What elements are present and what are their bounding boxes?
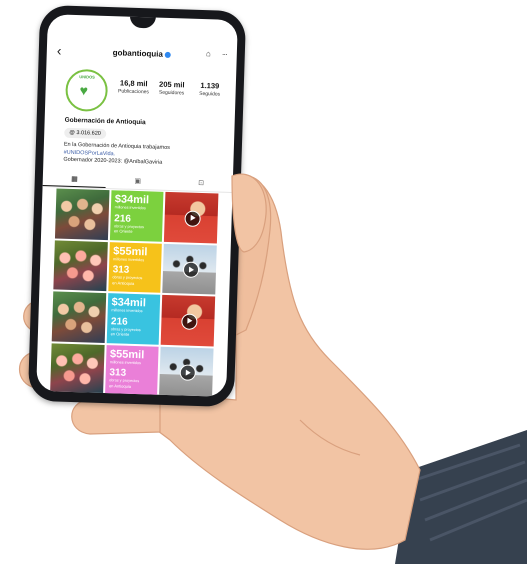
avatar[interactable]: UNIDOS ♥ (64, 68, 109, 113)
post-place: en Antioquia (108, 382, 132, 389)
sleeve-texture (414, 443, 527, 542)
post-video[interactable] (162, 243, 217, 295)
play-icon[interactable] (180, 313, 198, 330)
threads-badge[interactable]: @ 3.016.620 (64, 127, 106, 139)
posts-grid: $34mil millones invertidos 216 obras y p… (50, 188, 219, 397)
more-options-icon[interactable]: ··· (222, 50, 227, 59)
post-amount-sub: millones invertidos (111, 308, 143, 314)
tab-reels[interactable]: ▣ (106, 174, 170, 190)
threads-count: 3.016.620 (76, 130, 101, 137)
notification-bell-icon[interactable]: ⌂ (206, 49, 211, 58)
stat-following[interactable]: 1.139 Seguidos (192, 81, 228, 98)
play-icon[interactable] (184, 210, 201, 227)
post-amount-sub: millones invertidos (114, 205, 146, 211)
post-place: en Oriente (113, 228, 133, 234)
tagged-icon: ⊡ (198, 179, 205, 188)
post-place: en Antioquia (112, 279, 135, 286)
post-count: 216 (110, 315, 128, 328)
tab-grid[interactable]: ▦ (42, 172, 107, 189)
post-video[interactable] (159, 346, 214, 397)
play-icon[interactable] (179, 364, 196, 382)
post-photo[interactable] (51, 291, 106, 343)
phone: ‹ gobantioquia ⌂ ··· UNIDOS ♥ 16,8 mil P… (27, 4, 247, 408)
post-place: en Oriente (110, 331, 130, 337)
heart-logo-icon: ♥ (79, 82, 89, 99)
avatar-text: UNIDOS (79, 74, 95, 80)
post-amount-sub: millones invertidos (109, 359, 142, 365)
stat-posts[interactable]: 16,8 mil Publicaciones (115, 78, 151, 95)
post-infographic-yellow[interactable]: $55mil millones invertidos 313 obras y p… (107, 241, 163, 293)
profile-stats: 16,8 mil Publicaciones 205 mil Seguidore… (115, 78, 227, 98)
stat-following-value: 1.139 (200, 80, 220, 91)
grid-icon: ▦ (71, 175, 78, 184)
phone-screen: ‹ gobantioquia ⌂ ··· UNIDOS ♥ 16,8 mil P… (36, 14, 238, 397)
stat-posts-label: Publicaciones (117, 88, 150, 96)
post-amount-sub: millones invertidos (112, 256, 145, 262)
post-photo[interactable] (50, 342, 105, 395)
profile-bio: En la Gobernación de Antioquia trabajamo… (63, 142, 224, 170)
verified-badge-icon (164, 51, 171, 58)
stat-following-label: Seguidos (199, 90, 221, 98)
thumb (235, 175, 272, 336)
post-photo[interactable] (54, 188, 110, 240)
post-infographic-cyan[interactable]: $34mil millones invertidos 216 obras y p… (106, 293, 161, 345)
sleeve (395, 430, 527, 564)
play-icon[interactable] (182, 261, 199, 279)
post-amount: $55mil (109, 347, 145, 361)
handle-text: gobantioquia (112, 48, 164, 59)
post-infographic-green[interactable]: $34mil millones invertidos 216 obras y p… (109, 190, 164, 242)
stat-followers-label: Seguidores (158, 89, 185, 97)
post-photo[interactable] (53, 239, 108, 292)
post-video[interactable] (164, 191, 219, 244)
tab-tagged[interactable]: ⊡ (169, 176, 233, 192)
stat-followers[interactable]: 205 mil Seguidores (154, 79, 190, 97)
reels-icon: ▣ (134, 177, 142, 186)
camera-notch (129, 15, 156, 29)
knuckle-line (299, 419, 361, 456)
profile-header: ‹ gobantioquia ⌂ ··· (46, 42, 236, 68)
post-infographic-pink[interactable]: $55mil millones invertidos 313 obras y p… (104, 344, 159, 396)
post-video[interactable] (160, 294, 216, 346)
finger-3 (71, 399, 161, 435)
post-amount: $55mil (113, 244, 148, 258)
post-count: 216 (114, 212, 132, 225)
profile-name: Gobernación de Antioquia (64, 116, 146, 127)
stat-posts-value: 16,8 mil (119, 78, 148, 89)
stat-followers-value: 205 mil (158, 79, 185, 90)
